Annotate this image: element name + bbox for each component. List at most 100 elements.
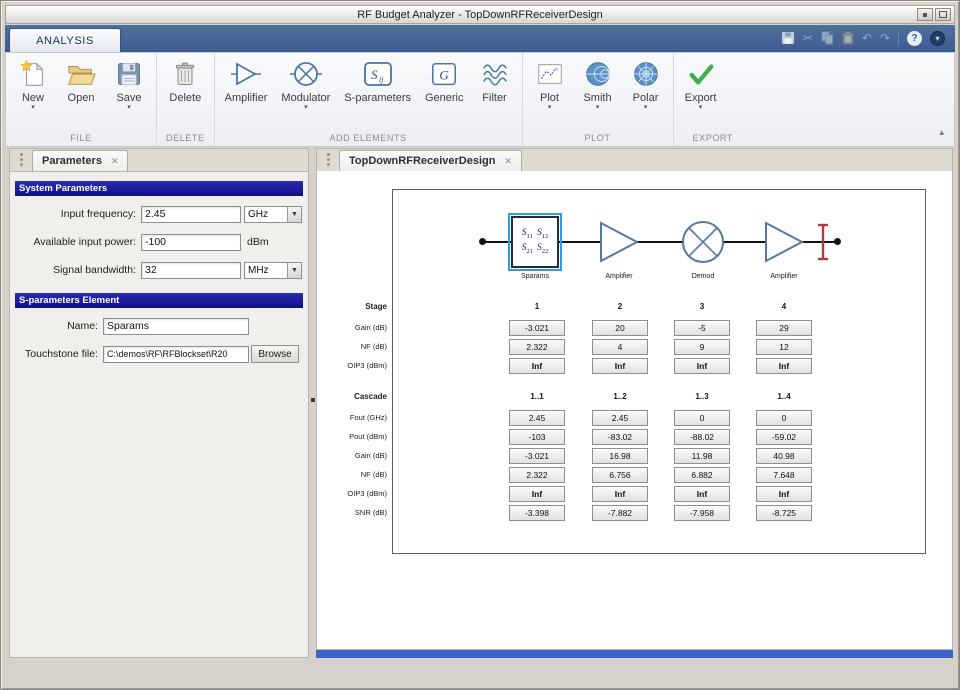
table-cell: -59.02 bbox=[756, 429, 812, 445]
save-icon bbox=[112, 58, 146, 90]
help-icon[interactable]: ? bbox=[907, 31, 922, 46]
table-cell[interactable]: -5 bbox=[674, 320, 730, 336]
table-section-label: Stage bbox=[317, 302, 387, 311]
smith-chart-icon bbox=[581, 58, 615, 90]
table-cell[interactable]: Inf bbox=[756, 358, 812, 374]
trash-icon bbox=[168, 58, 202, 90]
polar-button[interactable]: Polar ▾ bbox=[622, 55, 670, 111]
maximize-button[interactable] bbox=[935, 8, 951, 21]
dropdown-caret-icon: ▾ bbox=[304, 105, 308, 111]
element-name-field[interactable] bbox=[103, 318, 249, 335]
ribbon-section-label: EXPORT bbox=[677, 129, 951, 146]
table-cell: -83.02 bbox=[592, 429, 648, 445]
table-cell: Inf bbox=[756, 486, 812, 502]
element-parameters-header: S-parameters Element bbox=[15, 293, 303, 308]
tab-analysis[interactable]: ANALYSIS bbox=[9, 28, 121, 52]
table-row-label: Gain (dB) bbox=[317, 451, 387, 460]
browse-button[interactable]: Browse bbox=[251, 345, 299, 363]
minimize-button[interactable] bbox=[917, 8, 933, 21]
table-cell[interactable]: 2.322 bbox=[509, 339, 565, 355]
chevron-down-icon: ▼ bbox=[287, 207, 301, 222]
export-button[interactable]: Export ▾ bbox=[677, 55, 725, 111]
touchstone-file-field[interactable] bbox=[103, 346, 249, 363]
table-column-header: 4 bbox=[756, 302, 812, 311]
table-cell[interactable]: 9 bbox=[674, 339, 730, 355]
new-button[interactable]: New ▾ bbox=[9, 55, 57, 111]
input-power-field[interactable] bbox=[141, 234, 241, 251]
tab-parameters[interactable]: Parameters ✕ bbox=[32, 150, 128, 171]
table-cell[interactable]: -3.021 bbox=[509, 320, 565, 336]
filter-icon bbox=[478, 58, 512, 90]
input-frequency-field[interactable] bbox=[141, 206, 241, 223]
table-cell: 40.98 bbox=[756, 448, 812, 464]
table-cell: 0 bbox=[756, 410, 812, 426]
svg-text:S: S bbox=[371, 67, 378, 82]
panel-drag-handle-icon[interactable] bbox=[20, 153, 23, 156]
close-icon[interactable]: ✕ bbox=[111, 156, 119, 167]
delete-button[interactable]: Delete bbox=[161, 55, 209, 104]
dropdown-caret-icon: ▾ bbox=[699, 105, 703, 111]
table-cell[interactable]: Inf bbox=[674, 358, 730, 374]
table-column-header: 2 bbox=[592, 302, 648, 311]
splitter-handle[interactable] bbox=[311, 398, 315, 402]
table-cell: -7.882 bbox=[592, 505, 648, 521]
table-column-header: 1..2 bbox=[592, 392, 648, 401]
budget-results-table: Stage1234Gain (dB)-3.02120-529NF (dB)2.3… bbox=[317, 171, 952, 649]
bandwidth-unit-select[interactable]: MHz ▼ bbox=[244, 262, 302, 279]
export-check-icon bbox=[684, 58, 718, 90]
table-row-label: Gain (dB) bbox=[317, 323, 387, 332]
table-cell: -7.958 bbox=[674, 505, 730, 521]
title-bar[interactable]: RF Budget Analyzer - TopDownRFReceiverDe… bbox=[5, 5, 955, 24]
panel-splitter[interactable] bbox=[309, 148, 316, 658]
tab-document[interactable]: TopDownRFReceiverDesign ✕ bbox=[339, 150, 522, 171]
s-parameters-icon: Sij bbox=[361, 58, 395, 90]
ribbon-section-label: PLOT bbox=[526, 129, 670, 146]
ribbon-section-delete: Delete DELETE bbox=[157, 53, 215, 146]
ribbon-section-file: New ▾ Open Save ▾ FILE bbox=[6, 53, 157, 146]
table-cell[interactable]: 12 bbox=[756, 339, 812, 355]
panel-drag-handle-icon[interactable] bbox=[327, 153, 330, 156]
table-cell[interactable]: 4 bbox=[592, 339, 648, 355]
table-cell: 2.322 bbox=[509, 467, 565, 483]
table-cell: -3.398 bbox=[509, 505, 565, 521]
parameters-tab-bar: Parameters ✕ bbox=[9, 148, 309, 171]
amplifier-button[interactable]: Amplifier bbox=[218, 55, 275, 104]
svg-text:G: G bbox=[440, 68, 450, 83]
bandwidth-field[interactable] bbox=[141, 262, 241, 279]
table-cell[interactable]: Inf bbox=[509, 358, 565, 374]
ribbon-section-add-elements: Amplifier Modulator ▾ Sij S-parameters bbox=[215, 53, 523, 146]
ribbon-section-label: ADD ELEMENTS bbox=[218, 129, 519, 146]
collapse-ribbon-button[interactable]: ▴ bbox=[939, 127, 944, 138]
document-tab-bar: TopDownRFReceiverDesign ✕ bbox=[316, 148, 953, 171]
s-parameters-button[interactable]: Sij S-parameters bbox=[337, 55, 418, 104]
table-row-label: OIP3 (dBm) bbox=[317, 361, 387, 370]
input-frequency-unit-select[interactable]: GHz ▼ bbox=[244, 206, 302, 223]
system-parameters-header: System Parameters bbox=[15, 181, 303, 196]
table-column-header: 1..3 bbox=[674, 392, 730, 401]
copy-icon[interactable] bbox=[821, 30, 834, 46]
paste-icon[interactable] bbox=[842, 30, 854, 46]
undo-icon[interactable]: ↶ bbox=[862, 30, 872, 46]
filter-button[interactable]: Filter bbox=[471, 55, 519, 104]
toolstrip-options-icon[interactable]: ▾ bbox=[930, 31, 945, 46]
table-row-label: OIP3 (dBm) bbox=[317, 489, 387, 498]
close-icon[interactable]: ✕ bbox=[505, 156, 513, 167]
table-cell: 6.882 bbox=[674, 467, 730, 483]
table-cell[interactable]: Inf bbox=[592, 358, 648, 374]
save-icon[interactable] bbox=[781, 30, 795, 46]
save-button[interactable]: Save ▾ bbox=[105, 55, 153, 111]
table-cell[interactable]: 29 bbox=[756, 320, 812, 336]
table-cell: 2.45 bbox=[592, 410, 648, 426]
input-power-label: Available input power: bbox=[15, 236, 141, 248]
table-cell: 7.648 bbox=[756, 467, 812, 483]
open-button[interactable]: Open bbox=[57, 55, 105, 104]
generic-button[interactable]: G Generic bbox=[418, 55, 471, 104]
table-cell[interactable]: 20 bbox=[592, 320, 648, 336]
redo-icon[interactable]: ↷ bbox=[880, 30, 890, 46]
cut-icon[interactable]: ✂ bbox=[803, 30, 813, 46]
dropdown-caret-icon: ▾ bbox=[596, 105, 600, 111]
smith-button[interactable]: Smith ▾ bbox=[574, 55, 622, 111]
plot-button[interactable]: Plot ▾ bbox=[526, 55, 574, 111]
modulator-button[interactable]: Modulator ▾ bbox=[274, 55, 337, 111]
generic-icon: G bbox=[427, 58, 461, 90]
